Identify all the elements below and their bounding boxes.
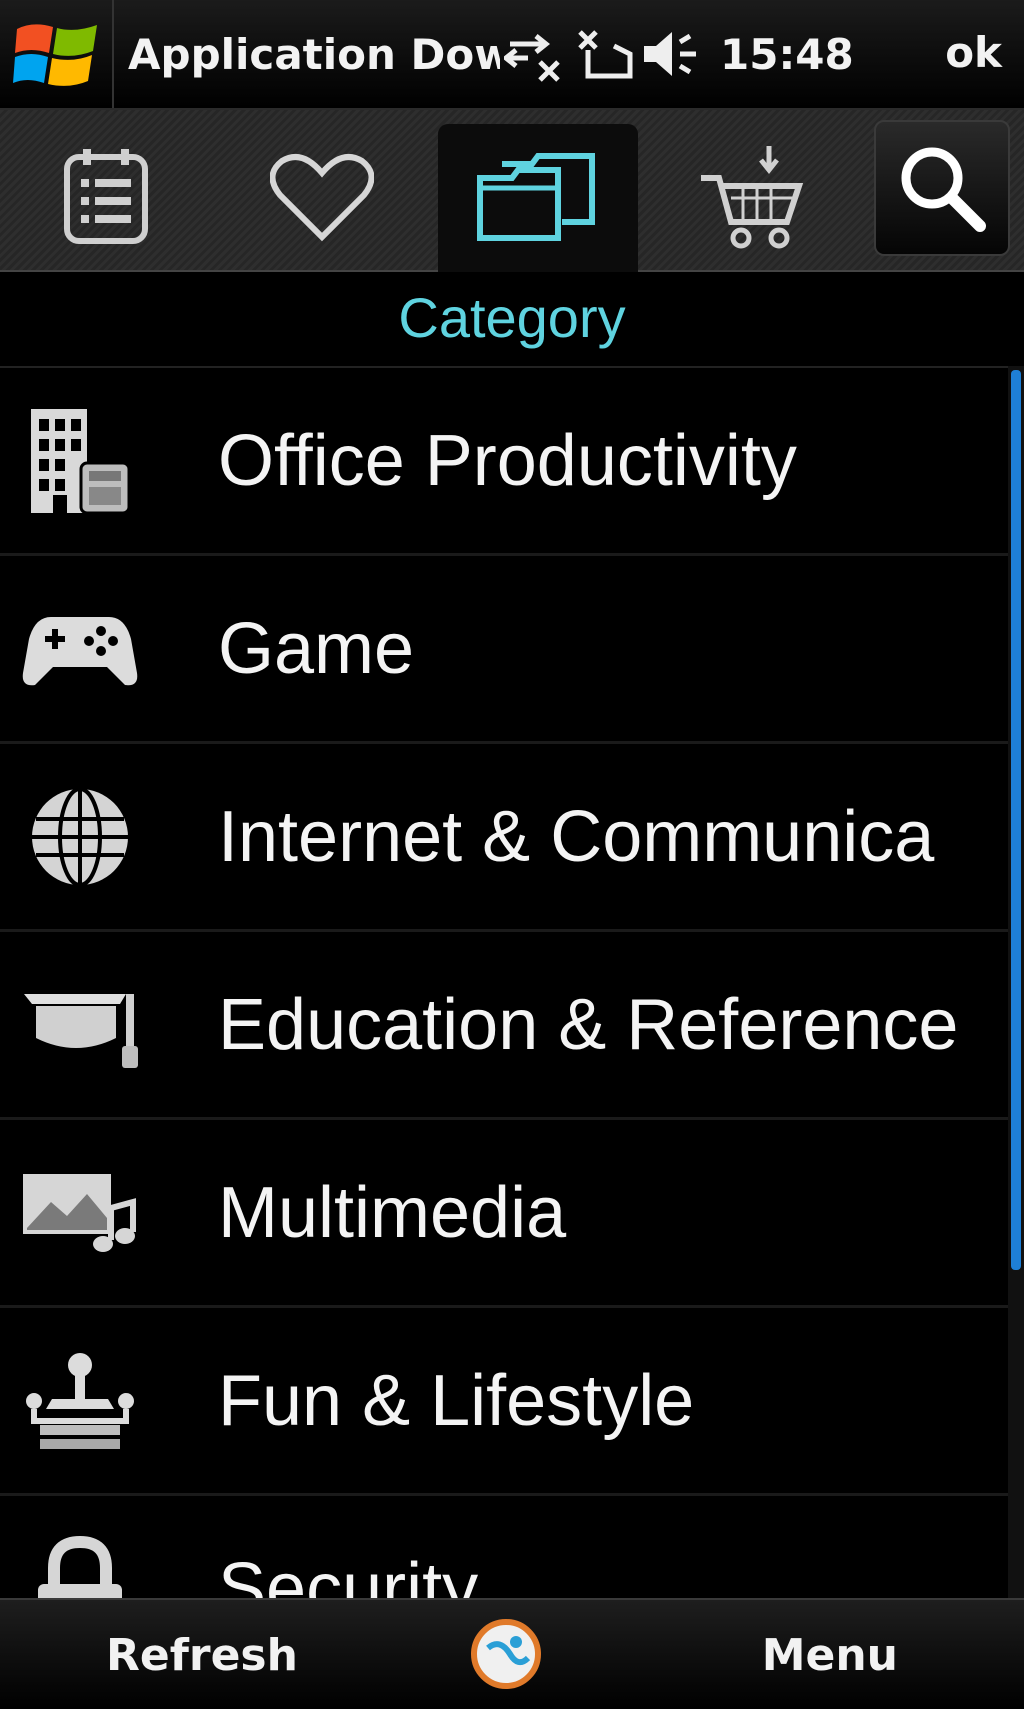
- graduation-cap-icon: [0, 932, 180, 1117]
- ok-button[interactable]: ok: [945, 28, 1002, 77]
- list-item-fun-lifestyle[interactable]: Fun & Lifestyle: [0, 1308, 1008, 1496]
- tab-favorites[interactable]: [222, 124, 422, 270]
- heart-icon: [270, 154, 374, 242]
- tab-search[interactable]: [874, 120, 1010, 256]
- scrollbar[interactable]: [1008, 366, 1024, 1598]
- list-item-label: Internet & Communica: [218, 796, 935, 877]
- category-list: Office Productivity Game Internet & Comm…: [0, 366, 1008, 1600]
- tab-toolbar: [0, 110, 1024, 272]
- app-title[interactable]: Application Dow: [114, 30, 500, 79]
- tab-category[interactable]: [438, 124, 638, 272]
- search-icon: [901, 147, 986, 232]
- scrollbar-thumb[interactable]: [1011, 370, 1021, 1270]
- page-title: Category: [398, 286, 626, 349]
- list-item-multimedia[interactable]: Multimedia: [0, 1120, 1008, 1308]
- list-item-office-productivity[interactable]: Office Productivity: [0, 368, 1008, 556]
- soft-key-bar: Refresh Menu: [0, 1598, 1024, 1709]
- app-logo-icon[interactable]: [470, 1618, 542, 1690]
- volume-icon[interactable]: [636, 0, 704, 108]
- list-item-label: Multimedia: [218, 1172, 567, 1253]
- tab-list[interactable]: [6, 124, 206, 270]
- menu-softkey[interactable]: Menu: [762, 1630, 898, 1681]
- list-item-game[interactable]: Game: [0, 556, 1008, 744]
- tab-cart[interactable]: [652, 124, 852, 270]
- globe-icon: [0, 744, 180, 929]
- folders-icon: [477, 153, 595, 241]
- list-item-label: Education & Reference: [218, 984, 959, 1065]
- joystick-icon: [0, 1308, 180, 1493]
- data-connection-icon[interactable]: [500, 0, 568, 108]
- padlock-icon: [0, 1496, 180, 1600]
- clock[interactable]: 15:48: [720, 30, 854, 79]
- list-item-education-reference[interactable]: Education & Reference: [0, 932, 1008, 1120]
- list-item-label: Office Productivity: [218, 420, 797, 501]
- list-icon: [64, 149, 148, 244]
- list-item-label: Security: [218, 1548, 479, 1601]
- office-building-icon: [0, 368, 180, 553]
- refresh-softkey[interactable]: Refresh: [106, 1630, 298, 1681]
- signal-off-icon[interactable]: [568, 0, 636, 108]
- status-bar: Application Dow 15:48 ok: [0, 0, 1024, 110]
- list-item-label: Game: [218, 608, 415, 689]
- cart-download-icon: [701, 146, 804, 249]
- windows-logo-icon: [13, 24, 97, 86]
- picture-music-icon: [0, 1120, 180, 1305]
- gamepad-icon: [0, 556, 180, 741]
- list-item-label: Fun & Lifestyle: [218, 1360, 695, 1441]
- windows-start-button[interactable]: [0, 0, 114, 108]
- list-item-internet-communication[interactable]: Internet & Communica: [0, 744, 1008, 932]
- list-item-security[interactable]: Security: [0, 1496, 1008, 1600]
